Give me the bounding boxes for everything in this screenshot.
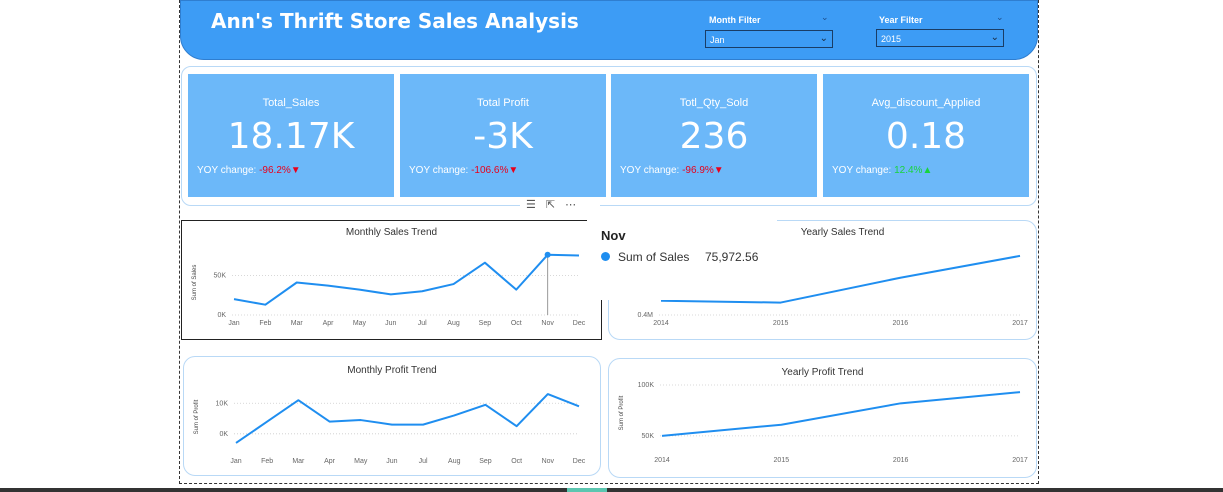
chart-tooltip: Nov Sum of Sales 75,972.56 [587, 218, 777, 300]
series-line [661, 391, 1021, 437]
tooltip-title: Nov [601, 228, 626, 243]
status-bar [0, 488, 1223, 492]
y-axis-label: Sum of Profit [619, 395, 625, 430]
filter-icon[interactable]: ☰ [526, 198, 536, 214]
series-dot-icon [601, 252, 610, 261]
x-tick-label: 2017 [1012, 457, 1028, 464]
y-tick-label: 100K [638, 382, 655, 389]
y-tick-label: 50K [642, 433, 655, 440]
x-tick-label: 2016 [893, 457, 909, 464]
focus-mode-icon[interactable]: ⇱ [546, 198, 555, 214]
tooltip-series: Sum of Sales [618, 250, 690, 264]
more-options-icon[interactable]: ⋯ [565, 198, 576, 214]
tooltip-value: 75,972.56 [705, 250, 759, 264]
visual-header-toolbar: ☰ ⇱ ⋯ [520, 198, 600, 214]
x-tick-label: 2014 [654, 457, 670, 464]
page-tab-indicator[interactable] [567, 488, 607, 492]
x-tick-label: 2015 [774, 457, 790, 464]
